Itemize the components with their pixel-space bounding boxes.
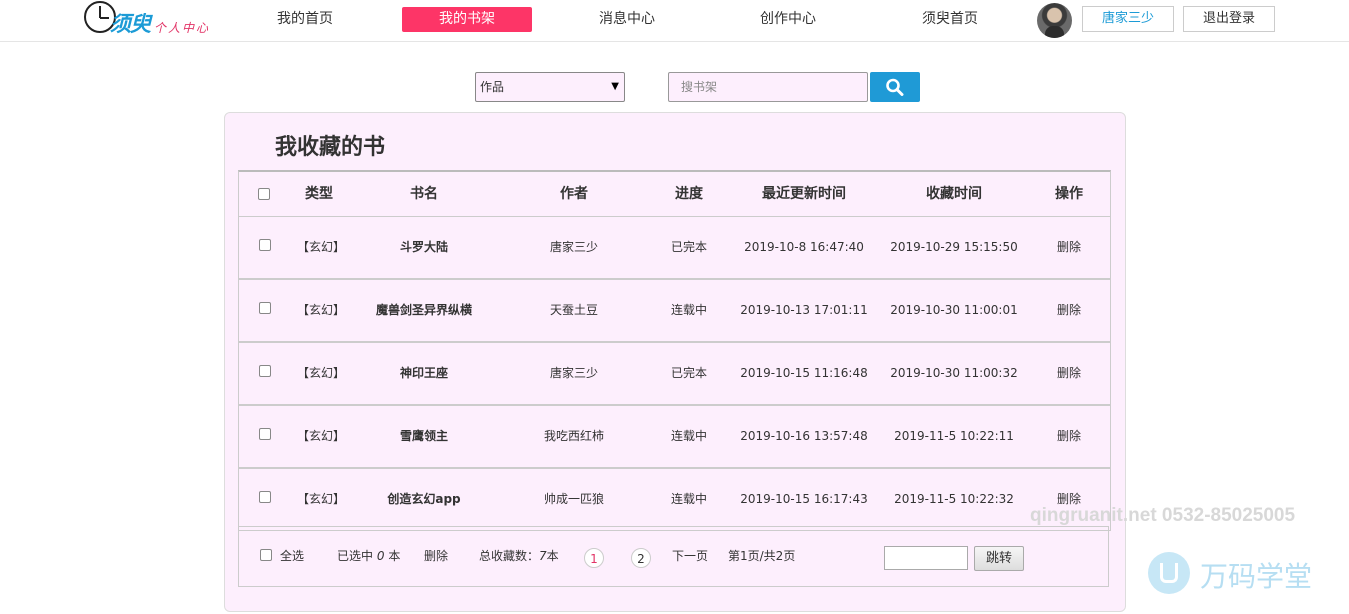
header-updated: 最近更新时间	[762, 186, 846, 202]
row-updated: 2019-10-15 16:17:43	[740, 492, 868, 506]
row-collected: 2019-10-30 11:00:32	[890, 366, 1018, 380]
row-updated: 2019-10-15 11:16:48	[740, 366, 868, 380]
logout-button[interactable]: 退出登录	[1183, 6, 1275, 32]
total-count: 7	[539, 549, 547, 563]
selected-count-text: 已选中 0 本	[337, 527, 400, 586]
table-row: 【玄幻】 神印王座 唐家三少 已完本 2019-10-15 11:16:48 2…	[238, 343, 1111, 406]
page-1-button[interactable]: 1	[584, 548, 604, 568]
row-delete-button[interactable]: 删除	[1039, 217, 1099, 278]
header-progress: 进度	[675, 186, 703, 202]
top-navbar: 须臾 个人中心 我的首页 我的书架 消息中心 创作中心 须臾首页 唐家三少 退出…	[0, 0, 1349, 42]
header-type: 类型	[305, 186, 333, 202]
select-all-header-checkbox[interactable]	[258, 188, 270, 200]
page-info: 第1页/共2页	[728, 549, 796, 563]
row-collected: 2019-10-30 11:00:01	[890, 303, 1018, 317]
row-updated: 2019-10-8 16:47:40	[744, 240, 864, 254]
watermark-text: qingruanit.net 0532-85025005	[1030, 505, 1296, 526]
select-all-label[interactable]: 全选	[280, 527, 304, 586]
bookshelf-table: 类型 书名 作者 进度 最近更新时间 收藏时间 操作 【玄幻】 斗罗大陆 唐家三…	[238, 170, 1111, 531]
jump-page-input[interactable]	[884, 546, 968, 570]
row-type: 【玄幻】	[296, 240, 345, 254]
row-progress: 已完本	[670, 240, 707, 254]
table-row: 【玄幻】 雪鹰领主 我吃西红柿 连载中 2019-10-16 13:57:48 …	[238, 406, 1111, 469]
row-updated: 2019-10-16 13:57:48	[740, 429, 868, 443]
logo-sub-text: 个人中心	[154, 21, 211, 35]
search-input[interactable]: 搜书架	[668, 72, 868, 102]
header-collected: 收藏时间	[926, 186, 982, 202]
row-collected: 2019-11-5 10:22:32	[894, 492, 1014, 506]
nav-my-bookshelf[interactable]: 我的书架	[402, 7, 532, 32]
nav-creation-center[interactable]: 创作中心	[723, 7, 853, 32]
row-title[interactable]: 雪鹰领主	[349, 406, 499, 467]
batch-delete-button[interactable]: 删除	[424, 527, 448, 586]
row-title[interactable]: 创造玄幻app	[349, 469, 499, 530]
total-label: 总收藏数：	[479, 549, 540, 563]
table-row: 【玄幻】 斗罗大陆 唐家三少 已完本 2019-10-8 16:47:40 20…	[238, 217, 1111, 280]
row-type: 【玄幻】	[296, 303, 345, 317]
row-delete-button[interactable]: 删除	[1039, 343, 1099, 404]
avatar[interactable]	[1037, 3, 1072, 38]
total-suffix: 本	[546, 549, 559, 563]
watermark-brand: 万码学堂	[1200, 560, 1313, 593]
search-icon	[886, 78, 904, 96]
jump-button[interactable]: 跳转	[974, 546, 1024, 571]
row-author: 天蚕土豆	[549, 303, 598, 317]
table-footer: 全选 已选中 0 本 删除 总收藏数：7本 1 2 下一页 第1页/共2页 跳转	[238, 526, 1109, 587]
row-progress: 连载中	[670, 303, 707, 317]
table-row: 【玄幻】 魔兽剑圣异界纵横 天蚕土豆 连载中 2019-10-13 17:01:…	[238, 280, 1111, 343]
bookshelf-panel: 我收藏的书 类型 书名 作者 进度 最近更新时间 收藏时间 操作 【玄幻】 斗罗…	[224, 112, 1126, 612]
row-author: 我吃西红柿	[543, 429, 604, 443]
row-progress: 连载中	[670, 429, 707, 443]
row-checkbox[interactable]	[259, 365, 271, 377]
row-title[interactable]: 神印王座	[349, 343, 499, 404]
row-checkbox[interactable]	[259, 239, 271, 251]
dropdown-arrow-icon: ▼	[611, 81, 619, 92]
page-title: 我收藏的书	[275, 135, 386, 160]
row-checkbox[interactable]	[259, 302, 271, 314]
header-title: 书名	[410, 186, 438, 202]
header-action: 操作	[1055, 186, 1083, 202]
row-delete-button[interactable]: 删除	[1039, 406, 1099, 467]
nav-site-home[interactable]: 须臾首页	[885, 7, 1015, 32]
row-collected: 2019-10-29 15:15:50	[890, 240, 1018, 254]
page-2-button[interactable]: 2	[631, 548, 651, 568]
table-header: 类型 书名 作者 进度 最近更新时间 收藏时间 操作	[238, 170, 1111, 217]
logo-main-text: 须臾	[110, 11, 151, 36]
row-updated: 2019-10-13 17:01:11	[740, 303, 868, 317]
nav-my-home[interactable]: 我的首页	[240, 7, 370, 32]
selected-suffix: 本	[388, 549, 401, 563]
header-author: 作者	[560, 186, 588, 202]
row-type: 【玄幻】	[296, 366, 345, 380]
row-author: 唐家三少	[549, 240, 598, 254]
site-logo[interactable]: 须臾 个人中心	[84, 0, 214, 40]
nav-message-center[interactable]: 消息中心	[562, 7, 692, 32]
row-checkbox[interactable]	[259, 491, 271, 503]
row-type: 【玄幻】	[296, 429, 345, 443]
watermark-logo-icon	[1148, 552, 1190, 594]
category-select[interactable]: 作品 ▼	[475, 72, 625, 102]
total-count-text: 总收藏数：7本	[479, 527, 559, 586]
selected-prefix: 已选中	[337, 549, 374, 563]
search-button[interactable]	[870, 72, 920, 102]
user-name-button[interactable]: 唐家三少	[1082, 6, 1174, 32]
selected-count: 0	[376, 549, 385, 563]
row-author: 唐家三少	[549, 366, 598, 380]
row-progress: 已完本	[670, 366, 707, 380]
table-row: 【玄幻】 创造玄幻app 帅成一匹狼 连载中 2019-10-15 16:17:…	[238, 469, 1111, 531]
select-all-checkbox[interactable]	[260, 549, 272, 561]
next-page-button[interactable]: 下一页	[672, 527, 708, 586]
row-type: 【玄幻】	[296, 492, 345, 506]
row-collected: 2019-11-5 10:22:11	[894, 429, 1014, 443]
row-delete-button[interactable]: 删除	[1039, 280, 1099, 341]
row-progress: 连载中	[670, 492, 707, 506]
row-author: 帅成一匹狼	[543, 492, 604, 506]
row-title[interactable]: 魔兽剑圣异界纵横	[349, 280, 499, 341]
category-select-value: 作品	[480, 80, 505, 94]
row-title[interactable]: 斗罗大陆	[349, 217, 499, 278]
row-checkbox[interactable]	[259, 428, 271, 440]
